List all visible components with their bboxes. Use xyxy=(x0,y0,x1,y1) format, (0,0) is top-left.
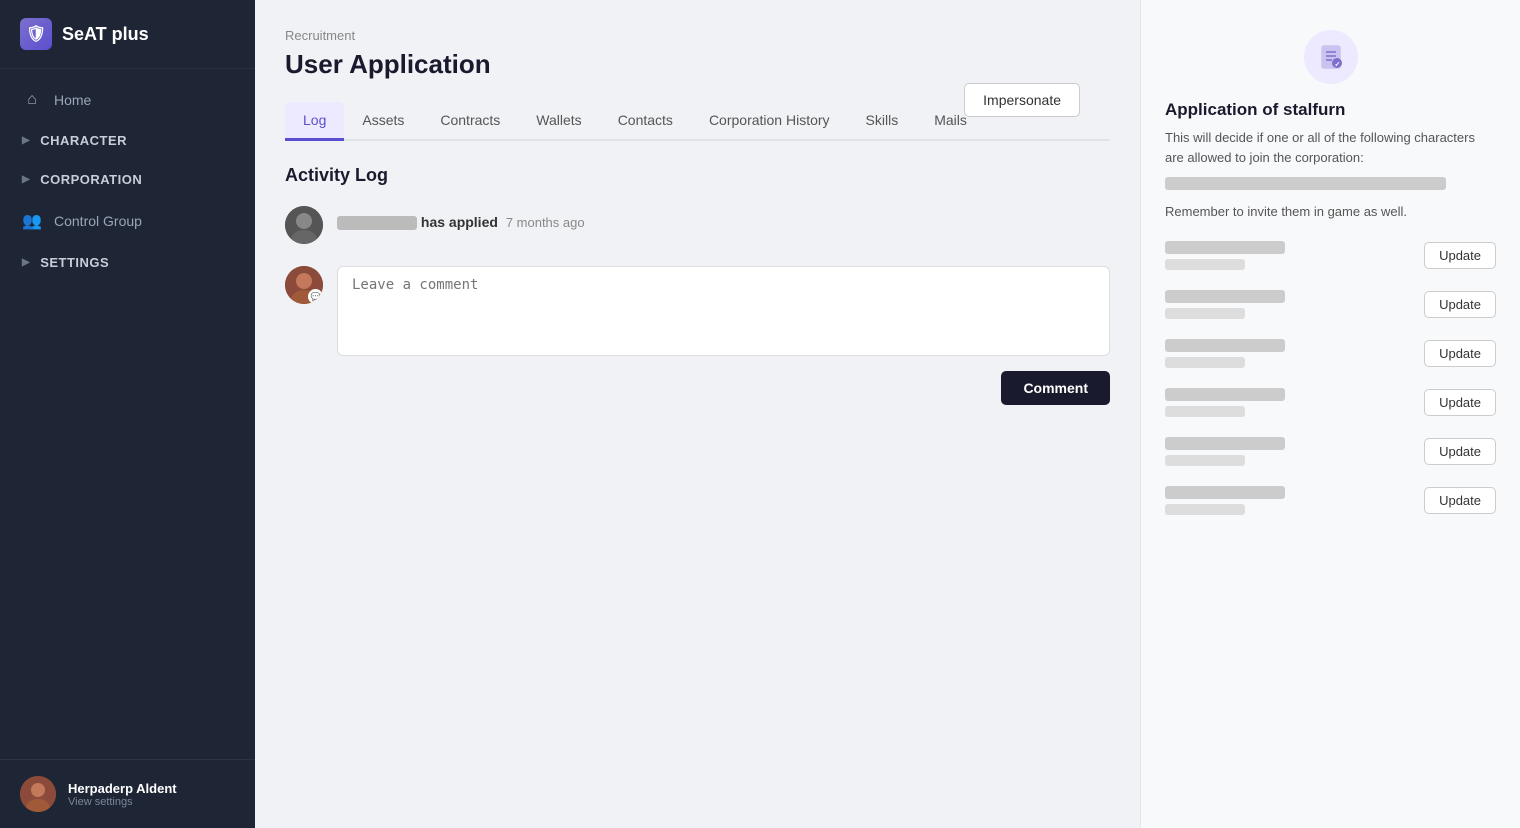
update-button-3[interactable]: Update xyxy=(1424,340,1496,367)
char-info-3 xyxy=(1165,339,1414,368)
character-entry-5: Update xyxy=(1165,437,1496,466)
comment-submit-button[interactable]: Comment xyxy=(1001,371,1110,405)
character-entry-3: Update xyxy=(1165,339,1496,368)
breadcrumb: Recruitment xyxy=(285,28,1110,43)
tab-contacts[interactable]: Contacts xyxy=(600,102,691,141)
content-area: Recruitment User Application Impersonate… xyxy=(255,0,1520,828)
comment-user-avatar: 💬 xyxy=(285,266,323,304)
sidebar-section-settings-label: SETTINGS xyxy=(40,255,109,270)
activity-text: has applied 7 months ago xyxy=(337,206,585,230)
page-title: User Application xyxy=(285,49,1110,80)
sidebar-item-control-group[interactable]: 👥 Control Group xyxy=(0,199,255,243)
update-button-5[interactable]: Update xyxy=(1424,438,1496,465)
tab-wallets[interactable]: Wallets xyxy=(518,102,599,141)
sidebar-item-control-group-label: Control Group xyxy=(54,213,142,229)
impersonate-wrap: Impersonate xyxy=(964,83,1080,117)
char-sub-blurred-4 xyxy=(1165,406,1245,417)
char-sub-blurred-1 xyxy=(1165,259,1245,270)
tab-assets[interactable]: Assets xyxy=(344,102,422,141)
activity-entry: has applied 7 months ago xyxy=(285,206,1110,244)
sidebar-item-home-label: Home xyxy=(54,92,91,108)
sidebar-section-character[interactable]: ▶ CHARACTER xyxy=(0,121,255,160)
sidebar-footer: Herpaderp Aldent View settings xyxy=(0,759,255,828)
activity-log-title: Activity Log xyxy=(285,165,1110,186)
view-settings-link[interactable]: View settings xyxy=(68,796,177,808)
tab-contracts[interactable]: Contracts xyxy=(422,102,518,141)
comment-area: 💬 Comment xyxy=(285,266,1110,405)
panel-title: Application of stalfurn xyxy=(1165,100,1496,120)
char-sub-blurred-5 xyxy=(1165,455,1245,466)
tab-skills[interactable]: Skills xyxy=(848,102,917,141)
right-panel: ✓ Application of stalfurn This will deci… xyxy=(1140,0,1520,828)
corporation-arrow-icon: ▶ xyxy=(22,174,30,185)
panel-chars-blurred xyxy=(1165,177,1446,190)
sidebar: 🛡 SeAT plus ⌂ Home ▶ CHARACTER ▶ CORPORA… xyxy=(0,0,255,828)
comment-input-wrap: Comment xyxy=(337,266,1110,405)
current-user-info: Herpaderp Aldent View settings xyxy=(68,781,177,808)
current-user-avatar xyxy=(20,776,56,812)
char-info-2 xyxy=(1165,290,1414,319)
update-button-4[interactable]: Update xyxy=(1424,389,1496,416)
char-info-5 xyxy=(1165,437,1414,466)
character-entry-1: Update xyxy=(1165,241,1496,270)
panel-note: Remember to invite them in game as well. xyxy=(1165,204,1496,219)
sidebar-section-settings[interactable]: ▶ SETTINGS xyxy=(0,243,255,282)
char-info-4 xyxy=(1165,388,1414,417)
char-name-blurred-3 xyxy=(1165,339,1285,352)
home-icon: ⌂ xyxy=(22,91,42,109)
comment-submit-wrap: Comment xyxy=(337,371,1110,405)
comment-textarea[interactable] xyxy=(337,266,1110,356)
character-arrow-icon: ▶ xyxy=(22,135,30,146)
char-sub-blurred-3 xyxy=(1165,357,1245,368)
sidebar-section-character-label: CHARACTER xyxy=(40,133,127,148)
update-button-2[interactable]: Update xyxy=(1424,291,1496,318)
activity-username-blurred xyxy=(337,216,417,230)
sidebar-item-home[interactable]: ⌂ Home xyxy=(0,79,255,121)
activity-action: has applied xyxy=(421,214,502,230)
activity-time: 7 months ago xyxy=(506,215,585,230)
char-name-blurred-6 xyxy=(1165,486,1285,499)
panel-application-icon: ✓ xyxy=(1304,30,1358,84)
character-entry-4: Update xyxy=(1165,388,1496,417)
char-name-blurred-5 xyxy=(1165,437,1285,450)
tab-log[interactable]: Log xyxy=(285,102,344,141)
settings-arrow-icon: ▶ xyxy=(22,257,30,268)
char-name-blurred-4 xyxy=(1165,388,1285,401)
sidebar-section-corporation-label: CORPORATION xyxy=(40,172,142,187)
tab-corporation-history[interactable]: Corporation History xyxy=(691,102,848,141)
char-sub-blurred-2 xyxy=(1165,308,1245,319)
panel-description: This will decide if one or all of the fo… xyxy=(1165,128,1496,167)
char-name-blurred-2 xyxy=(1165,290,1285,303)
sidebar-section-corporation[interactable]: ▶ CORPORATION xyxy=(0,160,255,199)
char-sub-blurred-6 xyxy=(1165,504,1245,515)
app-name: SeAT plus xyxy=(62,24,149,45)
current-username: Herpaderp Aldent xyxy=(68,781,177,796)
page-main: Recruitment User Application Impersonate… xyxy=(255,0,1140,828)
logo-icon: 🛡 xyxy=(20,18,52,50)
char-info-1 xyxy=(1165,241,1414,270)
app-logo[interactable]: 🛡 SeAT plus xyxy=(0,0,255,69)
panel-icon-wrap: ✓ xyxy=(1165,30,1496,84)
page-header: Recruitment User Application Impersonate xyxy=(285,28,1110,80)
control-group-icon: 👥 xyxy=(22,211,42,231)
update-button-1[interactable]: Update xyxy=(1424,242,1496,269)
char-info-6 xyxy=(1165,486,1414,515)
activity-user-avatar xyxy=(285,206,323,244)
char-name-blurred-1 xyxy=(1165,241,1285,254)
impersonate-button[interactable]: Impersonate xyxy=(964,83,1080,117)
svg-text:✓: ✓ xyxy=(1334,62,1340,69)
update-button-6[interactable]: Update xyxy=(1424,487,1496,514)
sidebar-nav: ⌂ Home ▶ CHARACTER ▶ CORPORATION 👥 Contr… xyxy=(0,69,255,759)
main-content: Recruitment User Application Impersonate… xyxy=(255,0,1520,828)
comment-badge-icon: 💬 xyxy=(308,289,323,304)
character-entry-6: Update xyxy=(1165,486,1496,515)
character-entry-2: Update xyxy=(1165,290,1496,319)
